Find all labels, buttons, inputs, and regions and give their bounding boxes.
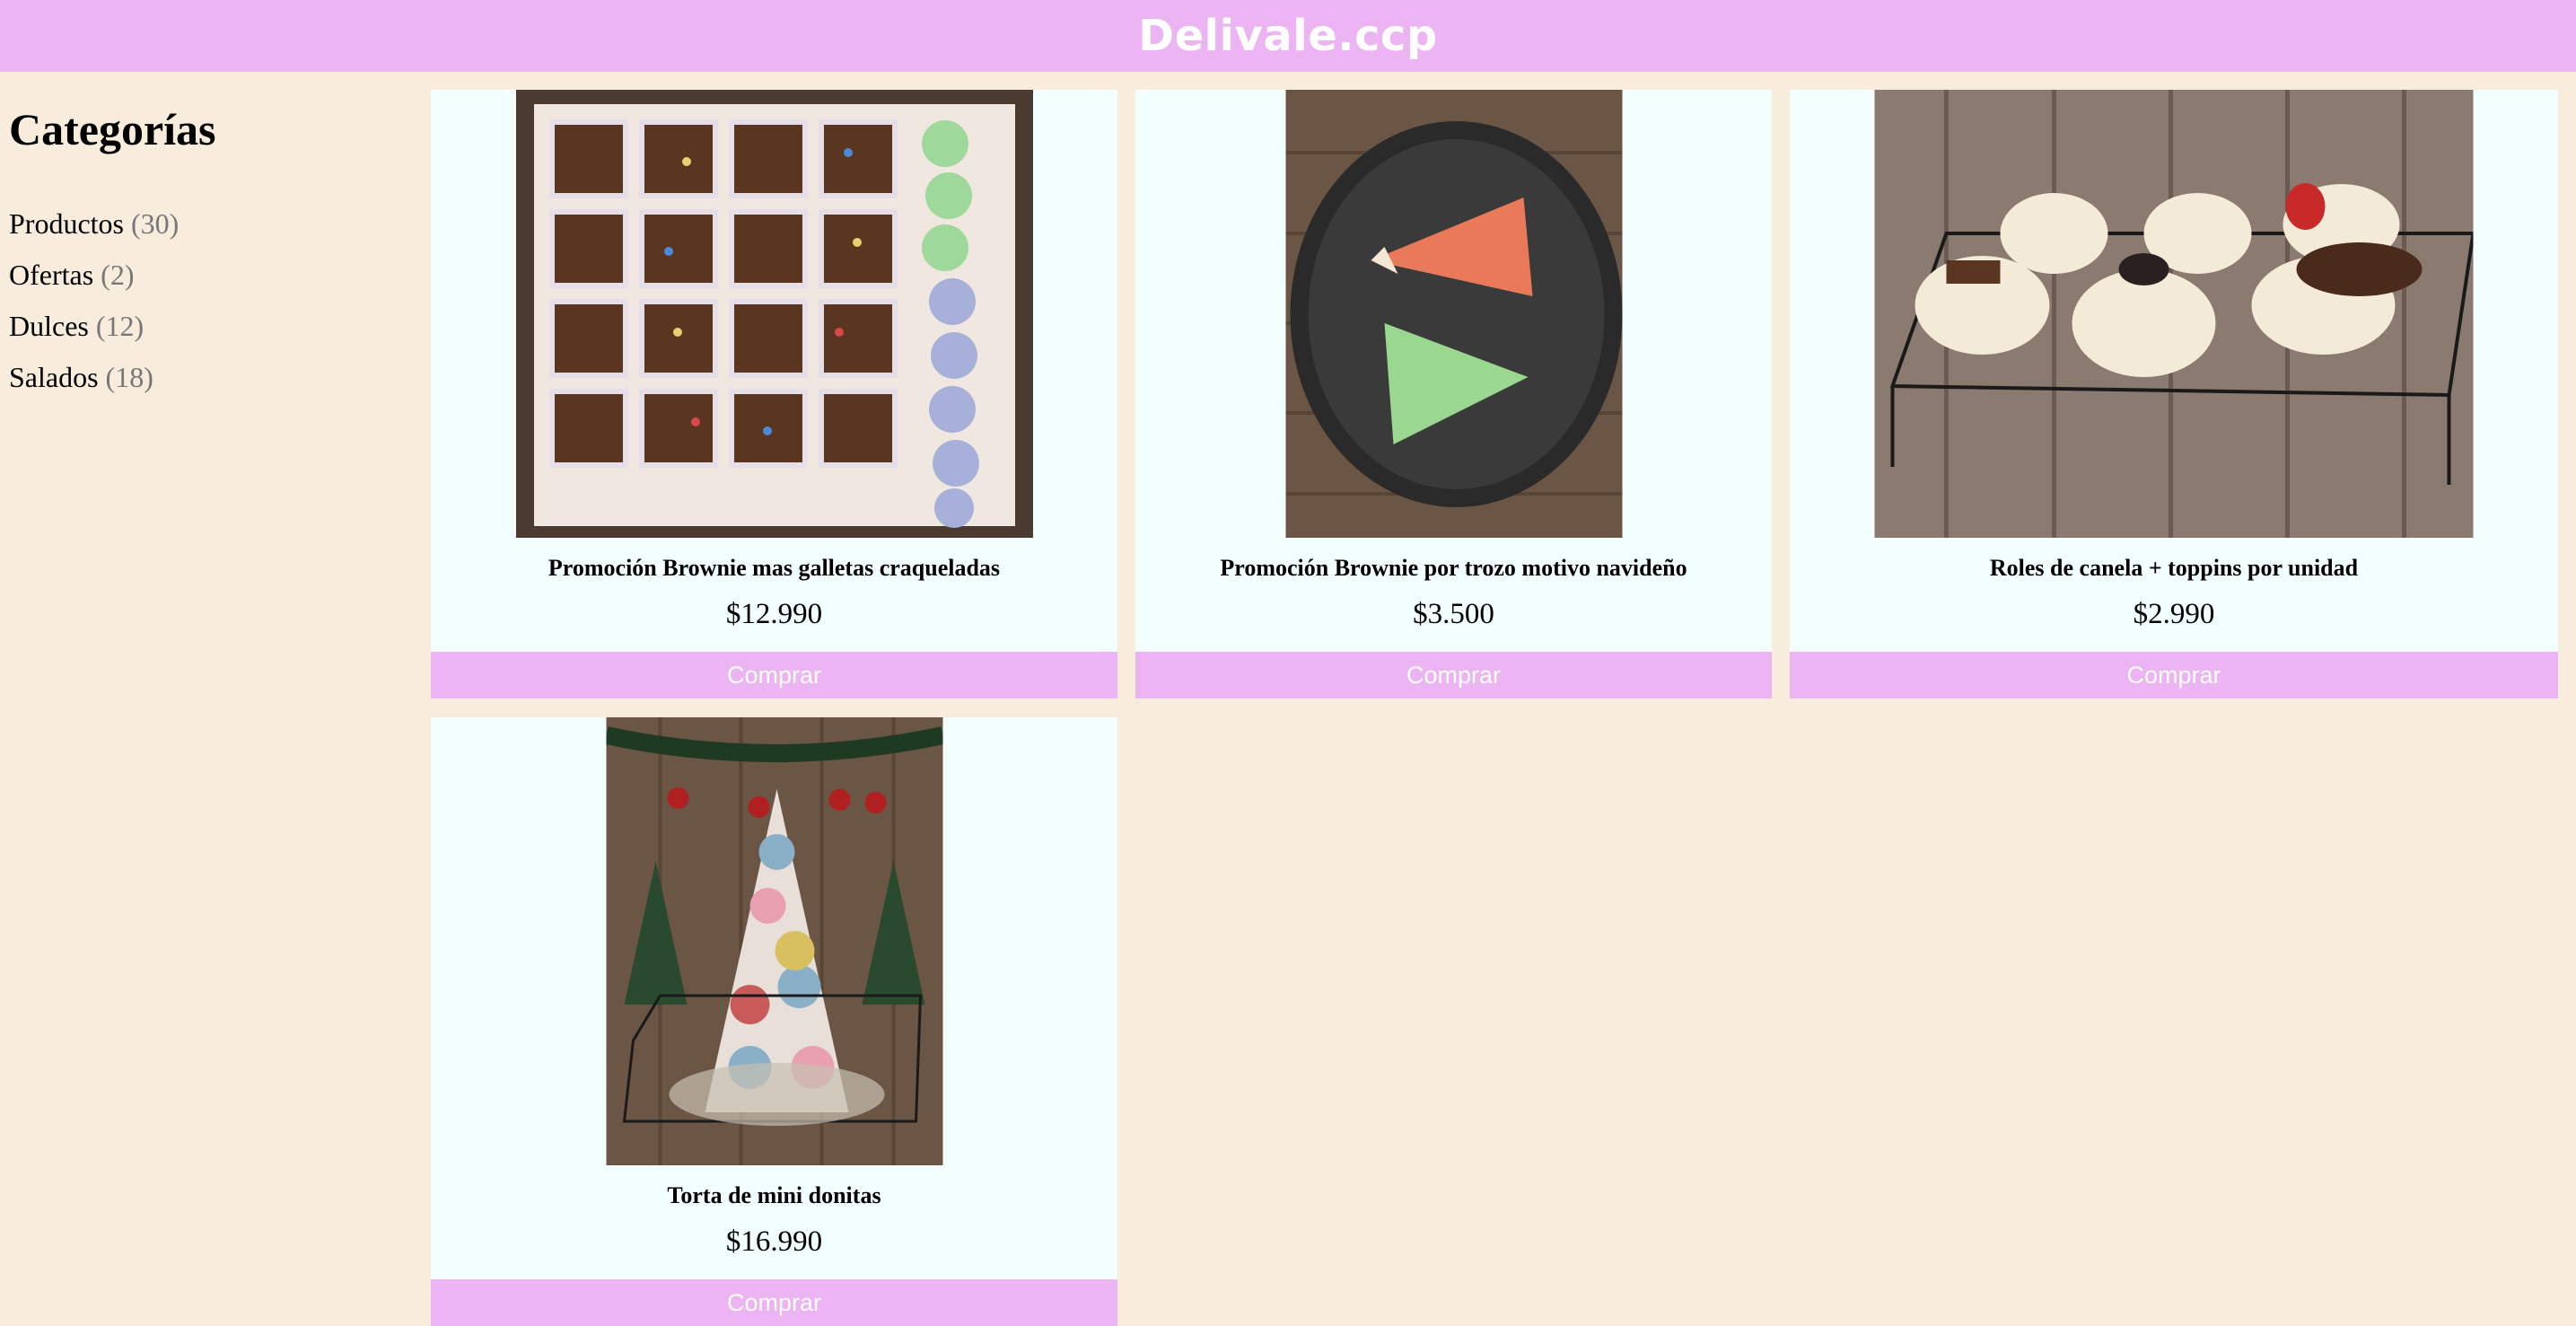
category-label: Dulces [9,310,89,342]
product-card: Promoción Brownie mas galletas craquelad… [431,90,1117,698]
sidebar-title: Categorías [9,104,216,154]
buy-button[interactable]: Comprar [1790,652,2558,698]
product-price: $3.500 [1413,598,1494,630]
brownie-cookies-photo[interactable] [515,90,1033,538]
category-label: Productos [9,207,124,240]
category-item-dulces[interactable]: Dulces (12) [9,301,404,352]
category-item-salados[interactable]: Salados (18) [9,352,404,403]
site-header: Delivale.ccp [0,0,2576,72]
product-price: $16.990 [725,1225,823,1258]
category-label: Ofertas [9,259,94,291]
product-price: $2.990 [2133,598,2215,630]
category-sidebar: Categorías Productos (30) Ofertas (2) Du… [9,103,404,403]
category-item-ofertas[interactable]: Ofertas (2) [9,250,404,301]
christmas-brownie-slices-photo[interactable] [1285,90,1622,538]
product-price: $12.990 [725,598,823,630]
category-count: (18) [105,361,153,393]
product-title[interactable]: Promoción Brownie mas galletas craquelad… [431,555,1117,582]
mini-donut-tower-photo[interactable] [606,717,942,1165]
product-title[interactable]: Torta de mini donitas [431,1182,1117,1209]
product-card: Promoción Brownie por trozo motivo navid… [1135,90,1772,698]
category-list: Productos (30) Ofertas (2) Dulces (12) S… [9,198,404,403]
category-item-productos[interactable]: Productos (30) [9,198,404,250]
category-count: (2) [101,259,135,291]
category-count: (12) [95,310,145,342]
buy-button[interactable]: Comprar [1135,652,1772,698]
category-count: (30) [131,207,180,240]
product-title[interactable]: Roles de canela + toppins por unidad [1790,555,2558,582]
category-label: Salados [9,361,99,393]
brand-logo[interactable]: Delivale.ccp [1138,11,1438,61]
buy-button[interactable]: Comprar [431,1279,1117,1326]
cinnamon-rolls-photo[interactable] [1874,90,2474,538]
product-title[interactable]: Promoción Brownie por trozo motivo navid… [1135,555,1772,582]
product-card: Torta de mini donitas $16.990 Comprar [431,717,1117,1326]
buy-button[interactable]: Comprar [431,652,1117,698]
product-card: Roles de canela + toppins por unidad $2.… [1790,90,2558,698]
